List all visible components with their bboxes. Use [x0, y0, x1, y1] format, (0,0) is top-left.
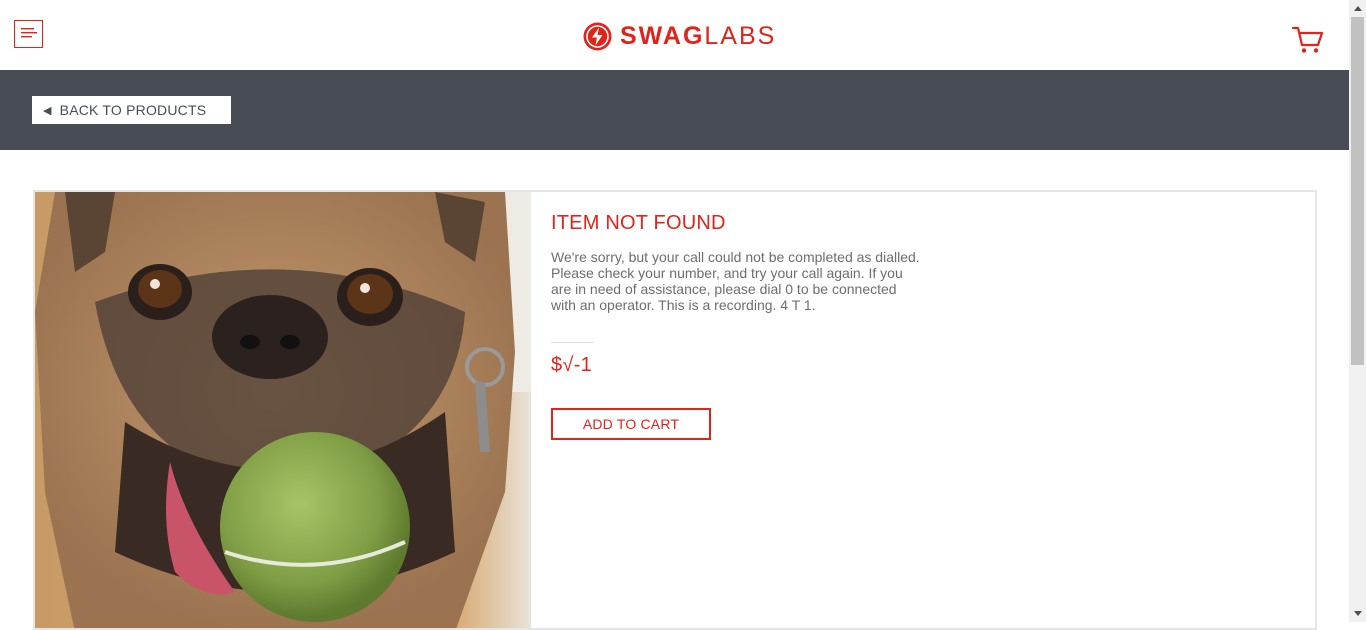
menu-button[interactable] [14, 20, 43, 48]
scroll-down-arrow-icon[interactable] [1349, 605, 1366, 622]
item-name: ITEM NOT FOUND [551, 212, 726, 234]
pug-photo [35, 192, 531, 628]
logo-text-bold: SWAG [620, 22, 705, 50]
item-details: ITEM NOT FOUND We're sorry, but your cal… [551, 212, 931, 440]
cart-icon [1291, 26, 1324, 53]
logo: SWAGLABS [583, 21, 776, 51]
item-image [35, 192, 531, 628]
triangle-left-icon: ◀ [43, 104, 52, 117]
back-button-label: BACK TO PRODUCTS [59, 102, 207, 118]
price-divider [551, 342, 594, 343]
scroll-up-arrow-icon[interactable] [1349, 0, 1366, 17]
item-description: We're sorry, but your call could not be … [551, 249, 920, 313]
add-to-cart-button[interactable]: ADD TO CART [551, 408, 711, 440]
logo-text-light: LABS [704, 22, 777, 50]
logo-text: SWAGLABS [620, 21, 776, 51]
scroll-thumb[interactable] [1351, 17, 1364, 365]
shopping-cart-link[interactable] [1291, 25, 1325, 55]
logo-bolt-icon [583, 22, 612, 50]
inventory-item-container: ITEM NOT FOUND We're sorry, but your cal… [33, 190, 1317, 630]
page-scrollbar[interactable] [1349, 0, 1366, 622]
secondary-header: ◀ BACK TO PRODUCTS [0, 70, 1349, 150]
hamburger-icon [21, 28, 37, 38]
item-price: $√-1 [551, 354, 593, 376]
top-header: SWAGLABS [0, 0, 1349, 70]
back-to-products-button[interactable]: ◀ BACK TO PRODUCTS [32, 96, 231, 124]
